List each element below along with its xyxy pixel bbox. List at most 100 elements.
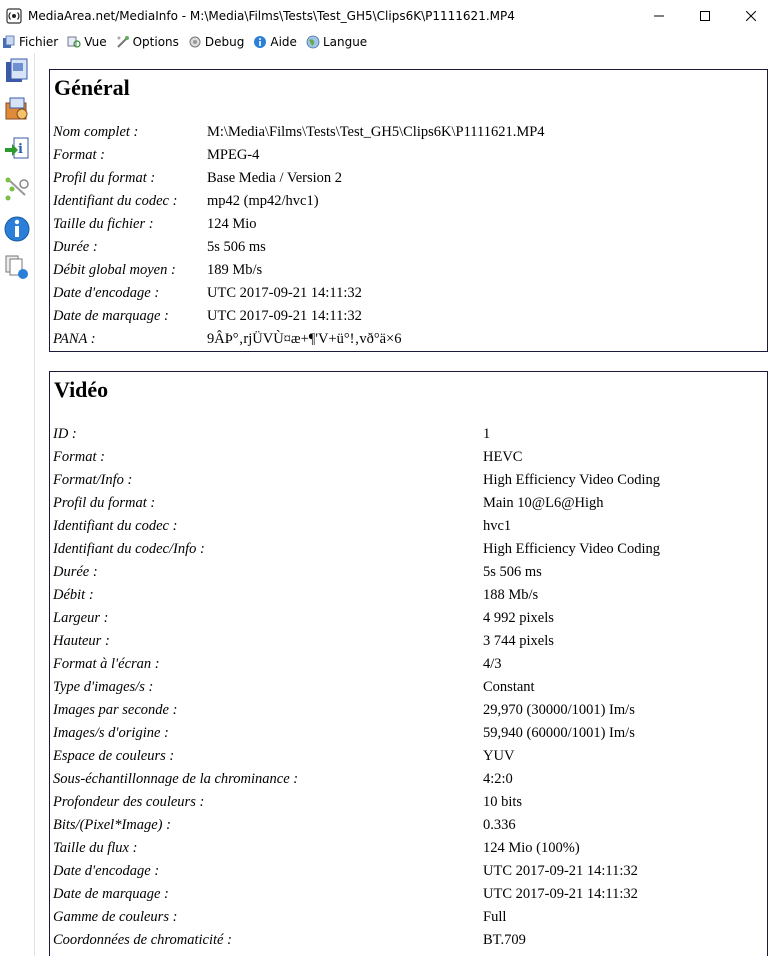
field-label: Espace de couleurs : bbox=[53, 748, 175, 764]
field-label: Bits/(Pixel*Image) : bbox=[53, 817, 171, 833]
menu-label: Langue bbox=[322, 35, 368, 49]
field-value: Constant bbox=[483, 679, 535, 695]
export-info-button[interactable]: i bbox=[2, 133, 32, 165]
menu-vue[interactable]: Vue bbox=[67, 32, 107, 52]
tree-view-icon bbox=[5, 177, 29, 201]
field-value: High Efficiency Video Coding bbox=[483, 541, 660, 557]
field-label: Largeur : bbox=[53, 610, 109, 626]
field-value: 124 Mio bbox=[207, 216, 257, 232]
field-value: 1 bbox=[483, 426, 491, 442]
field-value: 29,970 (30000/1001) Im/s bbox=[483, 702, 635, 718]
menu-bar: Fichier Vue Options Debug Aide Langue bbox=[0, 32, 774, 52]
menu-label: Vue bbox=[84, 35, 107, 49]
field-value: HEVC bbox=[483, 449, 523, 465]
field-label: Format/Info : bbox=[53, 472, 133, 488]
field-value: 5s 506 ms bbox=[207, 239, 266, 255]
field-label: Taille du flux : bbox=[53, 840, 138, 856]
close-button[interactable] bbox=[728, 0, 774, 32]
field-value: UTC 2017-09-21 14:11:32 bbox=[483, 863, 638, 879]
menu-label: Aide bbox=[270, 35, 297, 49]
tree-view-button[interactable] bbox=[2, 173, 32, 205]
general-section: Général Nom complet : M:\Media\Films\Test… bbox=[49, 69, 768, 352]
file-icon bbox=[2, 35, 16, 49]
field-value: High Efficiency Video Coding bbox=[483, 472, 660, 488]
open-folder-button[interactable] bbox=[2, 93, 32, 125]
field-label: Date d'encodage : bbox=[53, 863, 160, 879]
field-label: Nom complet : bbox=[53, 124, 139, 140]
menu-label: Options bbox=[132, 35, 179, 49]
field-label: Durée : bbox=[53, 239, 98, 255]
open-folder-icon bbox=[5, 97, 28, 120]
field-label: Identifiant du codec : bbox=[53, 193, 178, 209]
general-title: Général bbox=[54, 75, 130, 100]
field-label: Type d'images/s : bbox=[53, 679, 154, 695]
field-label: Date de marquage : bbox=[53, 308, 169, 324]
about-info-button[interactable] bbox=[2, 213, 32, 245]
field-value: 189 Mb/s bbox=[207, 262, 263, 278]
field-value: Full bbox=[483, 909, 507, 925]
menu-debug[interactable]: Debug bbox=[188, 32, 244, 52]
field-label: Identifiant du codec/Info : bbox=[53, 541, 205, 557]
field-label: Format : bbox=[53, 147, 105, 163]
field-label: Date de marquage : bbox=[53, 886, 169, 902]
minimize-button[interactable] bbox=[636, 0, 682, 32]
menu-fichier[interactable]: Fichier bbox=[2, 32, 58, 52]
field-label: Durée : bbox=[53, 564, 98, 580]
field-value: Base Media / Version 2 bbox=[207, 170, 343, 186]
sheet-view-button[interactable] bbox=[2, 251, 32, 283]
field-label: Identifiant du codec : bbox=[53, 518, 178, 534]
field-value: 124 Mio (100%) bbox=[483, 840, 580, 856]
minimize-icon bbox=[654, 15, 664, 17]
field-value: 188 Mb/s bbox=[483, 587, 539, 603]
field-label: Profil du format : bbox=[53, 170, 156, 186]
field-value: 4 992 pixels bbox=[483, 610, 554, 626]
help-icon bbox=[253, 35, 267, 49]
language-globe-icon bbox=[306, 35, 320, 49]
field-value: 0.336 bbox=[483, 817, 516, 833]
maximize-button[interactable] bbox=[682, 0, 728, 32]
mediainfo-app-icon[interactable] bbox=[6, 8, 22, 24]
field-label: Images par seconde : bbox=[53, 702, 178, 718]
open-file-button[interactable] bbox=[2, 55, 32, 87]
field-value: YUV bbox=[483, 748, 515, 764]
about-info-icon bbox=[4, 216, 30, 242]
field-label: Gamme de couleurs : bbox=[53, 909, 178, 925]
menu-label: Debug bbox=[204, 35, 245, 49]
field-label: Coordonnées de chromaticité : bbox=[53, 932, 232, 948]
debug-icon bbox=[188, 35, 202, 49]
menu-label: Fichier bbox=[19, 35, 59, 49]
window-title: MediaArea.net/MediaInfo - M:\Media\Films… bbox=[28, 9, 515, 23]
field-value: 4:2:0 bbox=[483, 771, 513, 787]
field-value: 59,940 (60000/1001) Im/s bbox=[483, 725, 635, 741]
field-value: 3 744 pixels bbox=[483, 633, 554, 649]
maximize-icon bbox=[700, 11, 710, 21]
options-icon bbox=[116, 35, 130, 49]
field-value: hvc1 bbox=[483, 518, 512, 534]
menu-options[interactable]: Options bbox=[116, 32, 179, 52]
field-value: 10 bits bbox=[483, 794, 523, 810]
field-value: mp42 (mp42/hvc1) bbox=[207, 193, 319, 209]
field-value: UTC 2017-09-21 14:11:32 bbox=[207, 308, 362, 324]
menu-aide[interactable]: Aide bbox=[253, 32, 297, 52]
info-panel: Général Nom complet : M:\Media\Films\Test… bbox=[37, 53, 774, 956]
video-title: Vidéo bbox=[54, 377, 109, 402]
field-value: MPEG-4 bbox=[207, 147, 260, 163]
field-label: PANA : bbox=[53, 331, 96, 347]
menu-langue[interactable]: Langue bbox=[306, 32, 367, 52]
field-label: Date d'encodage : bbox=[53, 285, 160, 301]
field-value: 4/3 bbox=[483, 656, 502, 672]
field-label: Débit : bbox=[53, 587, 94, 603]
field-label: Hauteur : bbox=[53, 633, 110, 649]
open-file-icon bbox=[6, 58, 28, 82]
field-label: ID : bbox=[53, 426, 77, 442]
field-label: Sous-échantillonnage de la chrominance : bbox=[53, 771, 299, 787]
title-bar: MediaArea.net/MediaInfo - M:\Media\Films… bbox=[0, 0, 774, 32]
sheet-view-icon bbox=[5, 255, 28, 279]
field-value: 9ÂÞ°‚rjÜVÙ¤æ+¶'V+ü°!‚vð°ä×6 bbox=[207, 331, 402, 347]
field-label: Images/s d'origine : bbox=[53, 725, 169, 741]
field-value: Main 10@L6@High bbox=[483, 495, 604, 511]
field-label: Débit global moyen : bbox=[53, 262, 176, 278]
field-value: 5s 506 ms bbox=[483, 564, 542, 580]
field-label: Profil du format : bbox=[53, 495, 156, 511]
field-value: M:\Media\Films\Tests\Test_GH5\Clips6K\P1… bbox=[207, 124, 545, 140]
